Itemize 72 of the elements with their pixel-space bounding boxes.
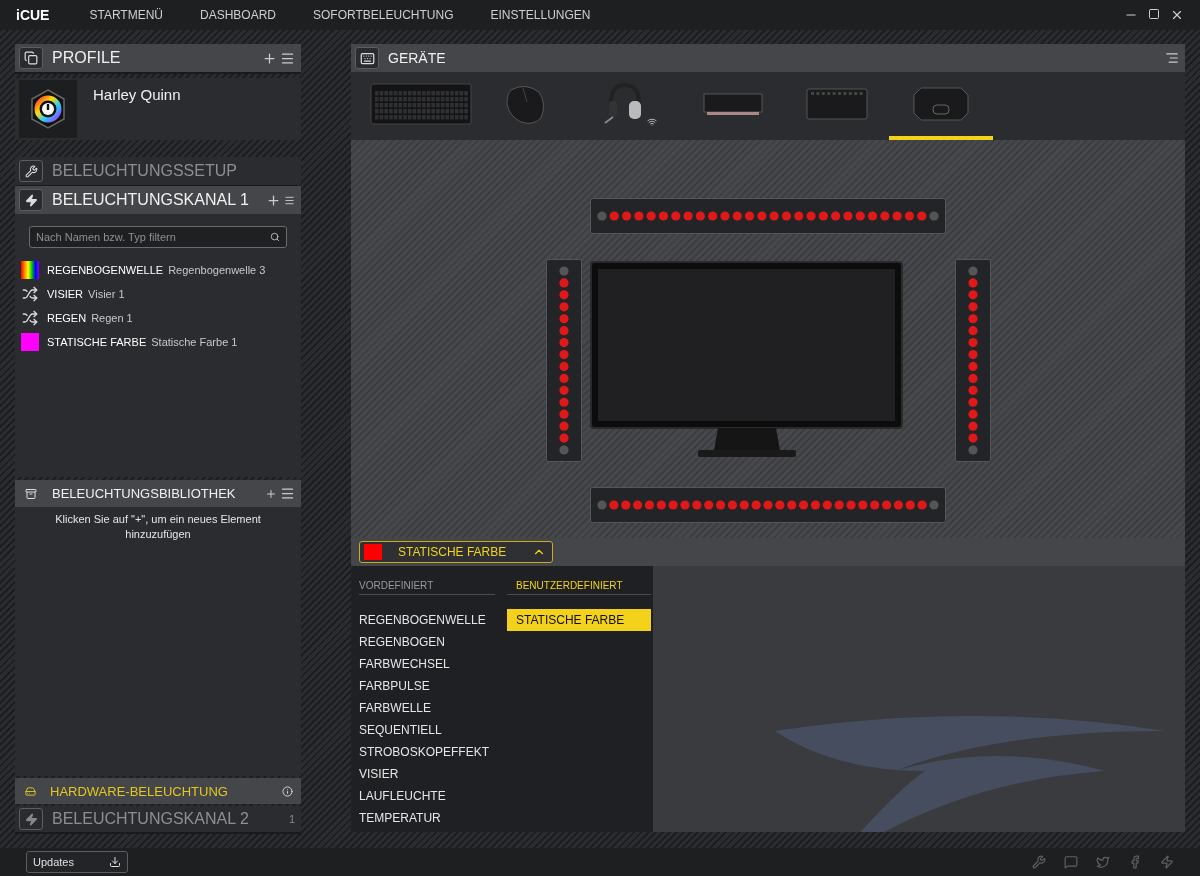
effect-name: Statische Farbe 1 xyxy=(151,336,238,348)
menu-item[interactable]: VISIER xyxy=(359,763,495,785)
keyboard-icon xyxy=(355,47,379,69)
shuffle-icon xyxy=(22,310,38,326)
hardware-lighting-label: HARDWARE-BELEUCHTUNG xyxy=(50,783,229,799)
effect-list-item[interactable]: REGENBOGENWELLE Regenbogenwelle 3 xyxy=(15,258,301,282)
nav-tab[interactable]: DASHBOARD xyxy=(200,8,277,22)
profile-logo-icon xyxy=(30,89,66,129)
profile-name: Harley Quinn xyxy=(93,86,181,105)
shuffle-icon xyxy=(22,286,38,302)
effect-name: Visier 1 xyxy=(88,288,125,300)
menu-item[interactable]: LAUFLEUCHTE xyxy=(359,785,495,807)
menu-item[interactable]: FARBPULSE xyxy=(359,675,495,697)
menu-icon[interactable] xyxy=(1165,51,1179,65)
maximize-icon[interactable] xyxy=(1148,8,1160,20)
panel-title: BELEUCHTUNGSKANAL 2 xyxy=(52,810,250,828)
rainbow-swatch-icon xyxy=(21,261,39,279)
effect-name: Regen 1 xyxy=(91,312,133,324)
effect-list-item[interactable]: REGEN Regen 1 xyxy=(15,306,301,330)
keyboard-icon xyxy=(370,83,472,125)
menu-item[interactable]: TEMPERATUR xyxy=(359,807,495,829)
panel-title: GERÄTE xyxy=(388,50,447,66)
wrench-icon[interactable] xyxy=(1032,855,1046,869)
effect-name: Regenbogenwelle 3 xyxy=(168,264,266,276)
menu-section-title: VORDEFINIERT xyxy=(359,580,495,595)
menu-item[interactable]: FARBWECHSEL xyxy=(359,653,495,675)
menu-icon[interactable] xyxy=(284,194,295,206)
wrench-icon xyxy=(19,160,43,182)
effect-type: STATISCHE FARBE xyxy=(47,336,147,348)
effect-type: VISIER xyxy=(47,288,84,300)
lightning-icon xyxy=(19,189,43,211)
menu-section-title: BENUTZERDEFINIERT xyxy=(507,580,651,595)
hardware-lighting-row[interactable]: HARDWARE-BELEUCHTUNG xyxy=(15,778,301,804)
menu-item[interactable]: REGENBOGEN xyxy=(359,631,495,653)
info-icon[interactable] xyxy=(282,785,293,797)
app-logo: iCUE xyxy=(16,7,50,23)
effect-list-item[interactable]: STATISCHE FARBE Statische Farbe 1 xyxy=(15,330,301,354)
download-icon xyxy=(109,856,121,868)
panel-title: BELEUCHTUNGSSETUP xyxy=(52,162,238,180)
profile-card[interactable]: Harley Quinn xyxy=(15,78,301,140)
menu-item[interactable]: FARBWELLE xyxy=(359,697,495,719)
effect-list-item[interactable]: VISIER Visier 1 xyxy=(15,282,301,306)
effect-type: REGEN xyxy=(47,312,87,324)
search-field[interactable]: Nach Namen bzw. Typ filtern xyxy=(29,226,287,248)
close-icon[interactable] xyxy=(1170,8,1184,22)
menu-item[interactable]: SEQUENTIELL xyxy=(359,719,495,741)
search-icon xyxy=(270,232,280,242)
effect-type: REGENBOGENWELLE xyxy=(47,264,164,276)
panel-title: BELEUCHTUNGSKANAL 1 xyxy=(52,191,250,209)
nav-tab[interactable]: STARTMENÜ xyxy=(89,8,163,22)
channel-count: 1 xyxy=(288,813,295,825)
menu-item[interactable]: STATISCHE FARBE xyxy=(507,609,651,631)
add-icon[interactable] xyxy=(265,487,277,500)
menu-icon[interactable] xyxy=(280,486,295,501)
memory-module-icon xyxy=(703,91,763,117)
facebook-icon[interactable] xyxy=(1128,855,1142,869)
menu-item[interactable]: REGENBOGENWELLE xyxy=(359,609,495,631)
hub-icon xyxy=(913,87,969,121)
nav-tab[interactable]: SOFORTBELEUCHTUNG xyxy=(313,8,454,22)
twitter-icon[interactable] xyxy=(1096,855,1110,869)
add-icon[interactable] xyxy=(262,50,277,66)
nav-tab[interactable]: EINSTELLUNGEN xyxy=(490,8,591,22)
add-icon[interactable] xyxy=(266,192,281,208)
effect-dropdown[interactable]: STATISCHE FARBE xyxy=(359,541,553,563)
panel-title: BELEUCHTUNGSBIBLIOTHEK xyxy=(52,486,237,501)
library-hint: Klicken Sie auf "+", um ein neues Element hinzuzufügen xyxy=(54,512,262,542)
pages-icon xyxy=(19,47,43,69)
panel-title: PROFILE xyxy=(52,49,122,67)
menu-icon[interactable] xyxy=(280,50,295,66)
menu-item[interactable]: STROBOSKOPEFFEKT xyxy=(359,741,495,763)
updates-button[interactable]: Updates xyxy=(26,851,128,873)
lighting-controller-icon xyxy=(806,88,868,120)
